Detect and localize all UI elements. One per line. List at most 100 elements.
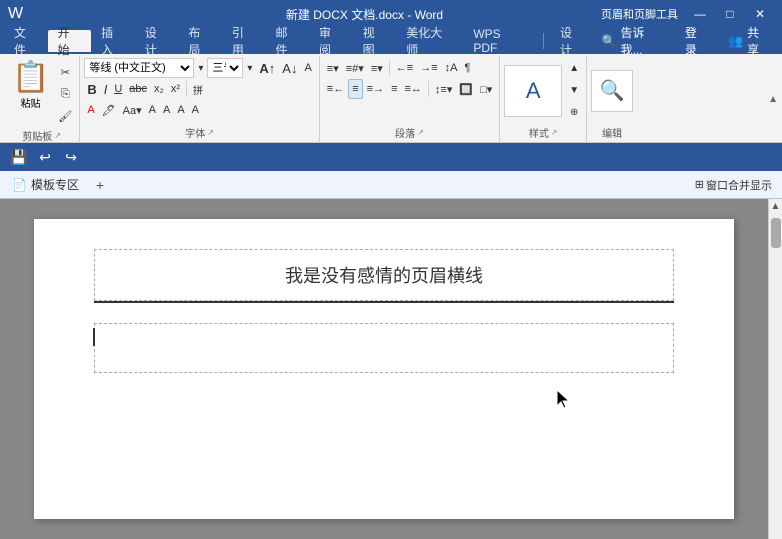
font-expand-icon[interactable]: ↗ [207, 128, 214, 137]
strikethrough-button[interactable]: abc [126, 79, 150, 99]
distribute-button[interactable]: ≡↔ [401, 79, 424, 99]
document-area[interactable]: 我是没有感情的页眉横线 [0, 199, 768, 539]
menu-file[interactable]: 文件 [4, 30, 48, 52]
styles-label: 样式 ↗ [529, 123, 558, 140]
decrease-font-button[interactable]: A↓ [279, 58, 300, 78]
word-icon: W [8, 5, 23, 23]
maximize-button[interactable]: □ [716, 4, 744, 24]
window-controls: — □ ✕ [686, 4, 774, 24]
bullets-button[interactable]: ≡▾ [324, 58, 342, 78]
menu-design-tool[interactable]: 设计 [550, 30, 594, 52]
sort-button[interactable]: ↕A [442, 58, 461, 78]
border-button[interactable]: □▾ [477, 79, 495, 99]
clipboard-expand-icon[interactable]: ↗ [54, 131, 61, 140]
paragraph-expand-icon[interactable]: ↗ [417, 128, 424, 137]
encircle-button[interactable]: A [189, 100, 202, 120]
menu-beautify[interactable]: 美化大师 [396, 30, 463, 52]
styles-arrows: ▲ ▼ ⊕ [566, 59, 582, 123]
styles-expand-icon[interactable]: ↗ [551, 128, 558, 137]
header-line [94, 301, 674, 303]
clear-format-button[interactable]: A [301, 58, 314, 78]
menu-insert[interactable]: 插入 [91, 30, 135, 52]
menu-view[interactable]: 视图 [353, 30, 397, 52]
document-page[interactable]: 我是没有感情的页眉横线 [34, 219, 734, 519]
undo-button[interactable]: ↩ [34, 146, 56, 168]
login-button[interactable]: 登录 [677, 22, 716, 60]
window-merge-button[interactable]: ⊞ 窗口合并显示 [689, 175, 778, 195]
decrease-indent-button[interactable]: ←≡ [393, 58, 416, 78]
document-title: 新建 DOCX 文档.docx - Word [128, 6, 601, 23]
find-replace-button[interactable]: 🔍 [591, 70, 633, 112]
menu-references[interactable]: 引用 [222, 30, 266, 52]
binoculars-icon: 🔍 [600, 78, 625, 103]
menu-design[interactable]: 设计 [135, 30, 179, 52]
menu-mailings[interactable]: 邮件 [265, 30, 309, 52]
paragraph-group: ≡▾ ≡#▾ ≡▾ ←≡ →≡ ↕A ¶ ≡← ≡ ≡→ ≡ ≡↔ ↕≡▾ [320, 56, 500, 142]
font-size-select[interactable]: 三号 [207, 58, 243, 78]
line-spacing-button[interactable]: ↕≡▾ [432, 79, 455, 99]
subscript-button[interactable]: x₂ [151, 79, 167, 99]
justify-button[interactable]: ≡ [388, 79, 400, 99]
show-marks-button[interactable]: ¶ [461, 58, 473, 78]
phonetic-button[interactable]: A [174, 100, 187, 120]
paragraph-row1: ≡▾ ≡#▾ ≡▾ ←≡ →≡ ↕A ¶ [324, 58, 495, 78]
tell-me-button[interactable]: 🔍 告诉我... [594, 22, 673, 60]
menu-right-actions: 🔍 告诉我... 登录 👥 共享 [594, 22, 778, 60]
doc-icon: 📄 [12, 178, 27, 192]
add-tab-button[interactable]: + [89, 174, 111, 196]
menu-layout[interactable]: 布局 [178, 30, 222, 52]
increase-indent-button[interactable]: →≡ [417, 58, 440, 78]
cut-button[interactable]: ✂ [55, 62, 75, 82]
bold-button[interactable]: B [84, 79, 99, 99]
font-expand-button[interactable]: ▾ [195, 58, 206, 78]
format-painter-button[interactable]: 🖌 [55, 106, 75, 126]
template-tab[interactable]: 📄 模板专区 [4, 173, 87, 196]
body-box[interactable] [94, 323, 674, 373]
pinyin-button[interactable]: 拼 [190, 79, 206, 99]
close-button[interactable]: ✕ [746, 4, 774, 24]
style-preview[interactable]: A [504, 65, 562, 117]
increase-font-button[interactable]: A↑ [256, 58, 278, 78]
underline-button[interactable]: U [111, 79, 125, 99]
multilevel-button[interactable]: ≡▾ [368, 58, 386, 78]
italic-button[interactable]: I [101, 79, 111, 99]
align-left-button[interactable]: ≡← [324, 79, 347, 99]
styles-up-button[interactable]: ▲ [566, 59, 582, 79]
minimize-button[interactable]: — [686, 4, 714, 24]
font-family-select[interactable]: 等线 (中文正文) [84, 58, 194, 78]
align-center-button[interactable]: ≡ [348, 79, 362, 99]
numbering-button[interactable]: ≡#▾ [343, 58, 367, 78]
clipboard-sub-buttons: ✂ ⎘ 🖌 [55, 58, 75, 126]
copy-button[interactable]: ⎘ [55, 84, 75, 104]
save-button[interactable]: 💾 [8, 146, 30, 168]
template-label: 模板专区 [31, 176, 79, 193]
share-button[interactable]: 👥 共享 [720, 22, 778, 60]
menu-wpspdf[interactable]: WPS PDF [463, 30, 537, 52]
scrollbar-vertical[interactable]: ▲ [768, 199, 782, 539]
header-section[interactable]: 我是没有感情的页眉横线 [94, 249, 674, 303]
ribbon-content: 📋 粘贴 ✂ ⎘ 🖌 剪贴板 ↗ 等线 (中文正文) [0, 54, 782, 142]
align-right-button[interactable]: ≡→ [364, 79, 387, 99]
ribbon: 📋 粘贴 ✂ ⎘ 🖌 剪贴板 ↗ 等线 (中文正文) [0, 54, 782, 143]
paste-button[interactable]: 📋 粘贴 [8, 58, 53, 126]
superscript-button[interactable]: x² [168, 79, 183, 99]
paragraph-row2: ≡← ≡ ≡→ ≡ ≡↔ ↕≡▾ 🔲 □▾ [324, 79, 495, 99]
char-border-button[interactable]: A [160, 100, 173, 120]
font-size-expand[interactable]: ▾ [244, 58, 255, 78]
header-box: 我是没有感情的页眉横线 [94, 249, 674, 301]
menu-review[interactable]: 审阅 [309, 30, 353, 52]
clipboard-label: 剪贴板 ↗ [22, 126, 61, 143]
scroll-thumb[interactable] [771, 218, 781, 248]
cursor-indicator [93, 328, 95, 346]
char-shading-button[interactable]: A [146, 100, 159, 120]
shading-button[interactable]: 🔲 [456, 79, 476, 99]
redo-button[interactable]: ↪ [60, 146, 82, 168]
font-color-button[interactable]: A [84, 100, 97, 120]
case-button[interactable]: Aa▾ [120, 100, 145, 120]
styles-down-button[interactable]: ▼ [566, 81, 582, 101]
ribbon-scroll-right[interactable]: ▲ [768, 56, 778, 142]
scroll-up-button[interactable]: ▲ [769, 199, 782, 214]
highlight-button[interactable]: 🖊 [99, 100, 119, 120]
styles-expand-button[interactable]: ⊕ [566, 103, 582, 123]
menu-home[interactable]: 开始 [48, 30, 92, 52]
